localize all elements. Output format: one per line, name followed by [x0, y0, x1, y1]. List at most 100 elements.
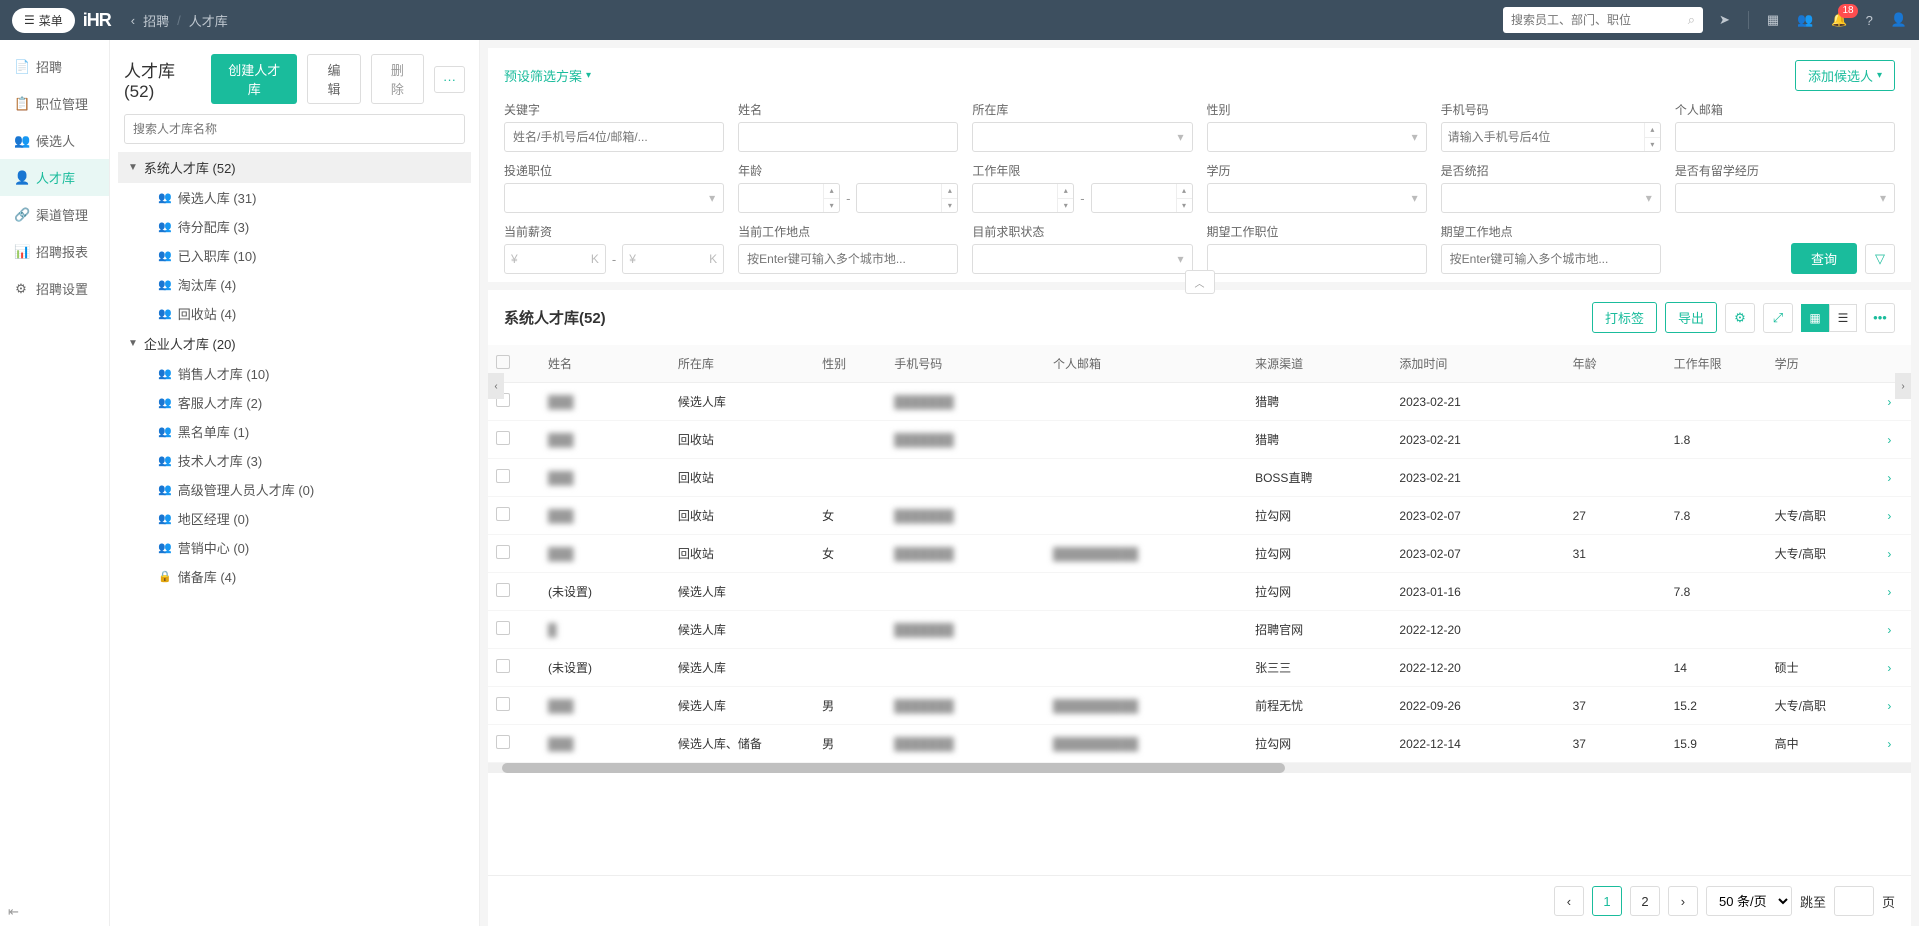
row-checkbox[interactable]: [496, 697, 510, 711]
collapse-filter-button[interactable]: ︿: [1185, 270, 1215, 294]
nav-position[interactable]: 📋职位管理: [0, 85, 109, 122]
row-checkbox[interactable]: [496, 621, 510, 635]
main-menu-button[interactable]: ☰ 菜单: [12, 8, 75, 33]
tag-button[interactable]: 打标签: [1592, 302, 1657, 333]
tree-item[interactable]: 👥黑名单库 (1): [118, 417, 471, 446]
tree-item[interactable]: 👥淘汰库 (4): [118, 270, 471, 299]
next-page-button[interactable]: ›: [1668, 886, 1698, 916]
search-icon[interactable]: ⌕: [1688, 12, 1695, 28]
filter-icon-button[interactable]: ▽: [1865, 244, 1895, 274]
row-expand-button[interactable]: ›: [1868, 649, 1911, 687]
tree-item[interactable]: 👥技术人才库 (3): [118, 446, 471, 475]
row-expand-button[interactable]: ›: [1868, 725, 1911, 763]
unified-select[interactable]: ▾: [1441, 183, 1661, 213]
nav-recruit[interactable]: 📄招聘: [0, 48, 109, 85]
query-button[interactable]: 查询: [1791, 243, 1857, 274]
nav-candidate[interactable]: 👥候选人: [0, 122, 109, 159]
salary-max-input[interactable]: ¥K: [622, 244, 724, 274]
tree-item[interactable]: 👥地区经理 (0): [118, 504, 471, 533]
add-candidate-button[interactable]: 添加候选人 ▾: [1795, 60, 1895, 91]
settings-icon-button[interactable]: ⚙: [1725, 303, 1755, 333]
back-icon[interactable]: ‹: [131, 13, 135, 28]
table-row[interactable]: ███候选人库███████猎聘2023-02-21›: [488, 383, 1911, 421]
jobstatus-select[interactable]: ▾: [972, 244, 1192, 274]
nav-settings[interactable]: ⚙招聘设置: [0, 270, 109, 307]
phone-input[interactable]: [1441, 122, 1661, 152]
send-icon[interactable]: ➤: [1719, 12, 1730, 28]
delete-button[interactable]: 删除: [371, 54, 424, 104]
table-row[interactable]: ███回收站女█████████████████拉勾网2023-02-0731大…: [488, 535, 1911, 573]
page-2-button[interactable]: 2: [1630, 886, 1660, 916]
nav-channel[interactable]: 🔗渠道管理: [0, 196, 109, 233]
preset-filter-button[interactable]: 预设筛选方案 ▾: [504, 66, 591, 85]
prev-page-button[interactable]: ‹: [1554, 886, 1584, 916]
global-search-input[interactable]: [1511, 13, 1688, 27]
table-row[interactable]: ███回收站BOSS直聘2023-02-21›: [488, 459, 1911, 497]
contacts-icon[interactable]: 👥: [1797, 12, 1813, 28]
tree-item[interactable]: 👥回收站 (4): [118, 299, 471, 328]
gender-select[interactable]: ▾: [1207, 122, 1427, 152]
row-expand-button[interactable]: ›: [1868, 573, 1911, 611]
keyword-input[interactable]: [504, 122, 724, 152]
scroll-left-button[interactable]: ‹: [488, 373, 504, 399]
location-input[interactable]: [738, 244, 958, 274]
table-row[interactable]: (未设置)候选人库张三三2022-12-2014硕士›: [488, 649, 1911, 687]
create-pool-button[interactable]: 创建人才库: [211, 54, 297, 104]
education-select[interactable]: ▾: [1207, 183, 1427, 213]
nav-report[interactable]: 📊招聘报表: [0, 233, 109, 270]
row-checkbox[interactable]: [496, 735, 510, 749]
stepper-down-icon[interactable]: ▾: [1645, 138, 1660, 152]
expectpos-input[interactable]: [1207, 244, 1427, 274]
row-checkbox[interactable]: [496, 507, 510, 521]
table-row[interactable]: (未设置)候选人库拉勾网2023-01-167.8›: [488, 573, 1911, 611]
qrcode-icon[interactable]: ▦: [1767, 12, 1779, 28]
nav-talentpool[interactable]: 👤人才库: [0, 159, 109, 196]
sidebar-search-input[interactable]: [124, 114, 465, 144]
breadcrumb-recruit[interactable]: 招聘: [143, 11, 169, 30]
select-all-checkbox[interactable]: [496, 355, 510, 369]
phone-stepper[interactable]: ▴▾: [1644, 123, 1660, 151]
table-scroll[interactable]: ‹ › 姓名 所在库 性别 手机号码 个人邮箱 来源渠道 添加时间: [488, 345, 1911, 875]
position-select[interactable]: ▾: [504, 183, 724, 213]
page-size-select[interactable]: 50 条/页: [1706, 886, 1792, 916]
export-button[interactable]: 导出: [1665, 302, 1717, 333]
scrollbar-thumb[interactable]: [502, 763, 1285, 773]
name-input[interactable]: [738, 122, 958, 152]
table-row[interactable]: █候选人库███████招聘官网2022-12-20›: [488, 611, 1911, 649]
global-search[interactable]: ⌕: [1503, 7, 1703, 33]
row-expand-button[interactable]: ›: [1868, 611, 1911, 649]
row-checkbox[interactable]: [496, 659, 510, 673]
collapse-nav-button[interactable]: ⇤: [8, 904, 19, 920]
scroll-right-button[interactable]: ›: [1895, 373, 1911, 399]
table-row[interactable]: ███回收站███████猎聘2023-02-211.8›: [488, 421, 1911, 459]
bell-icon[interactable]: 🔔18: [1831, 12, 1847, 28]
horizontal-scrollbar[interactable]: [488, 763, 1911, 773]
edit-button[interactable]: 编辑: [307, 54, 360, 104]
row-checkbox[interactable]: [496, 431, 510, 445]
salary-min-input[interactable]: ¥K: [504, 244, 606, 274]
tree-group-system[interactable]: ▼ 系统人才库 (52): [118, 152, 471, 183]
abroad-select[interactable]: ▾: [1675, 183, 1895, 213]
list-view-button[interactable]: ☰: [1829, 304, 1857, 332]
row-expand-button[interactable]: ›: [1868, 687, 1911, 725]
tree-item[interactable]: 👥已入职库 (10): [118, 241, 471, 270]
tree-item[interactable]: 👥待分配库 (3): [118, 212, 471, 241]
grid-view-button[interactable]: ▦: [1801, 304, 1829, 332]
expectloc-input[interactable]: [1441, 244, 1661, 274]
expand-icon-button[interactable]: ⤢: [1763, 303, 1793, 333]
stepper-up-icon[interactable]: ▴: [1645, 123, 1660, 138]
page-1-button[interactable]: 1: [1592, 886, 1622, 916]
row-checkbox[interactable]: [496, 545, 510, 559]
table-row[interactable]: ███候选人库、储备男█████████████████拉勾网2022-12-1…: [488, 725, 1911, 763]
tree-item[interactable]: 👥销售人才库 (10): [118, 359, 471, 388]
help-icon[interactable]: ?: [1866, 13, 1873, 28]
tree-item[interactable]: 👥候选人库 (31): [118, 183, 471, 212]
pool-select[interactable]: ▾: [972, 122, 1192, 152]
tree-item[interactable]: 👥营销中心 (0): [118, 533, 471, 562]
more-table-button[interactable]: •••: [1865, 303, 1895, 333]
table-row[interactable]: ███候选人库男█████████████████前程无忧2022-09-263…: [488, 687, 1911, 725]
jump-input[interactable]: [1834, 886, 1874, 916]
row-expand-button[interactable]: ›: [1868, 421, 1911, 459]
row-expand-button[interactable]: ›: [1868, 535, 1911, 573]
tree-item[interactable]: 👥高级管理人员人才库 (0): [118, 475, 471, 504]
